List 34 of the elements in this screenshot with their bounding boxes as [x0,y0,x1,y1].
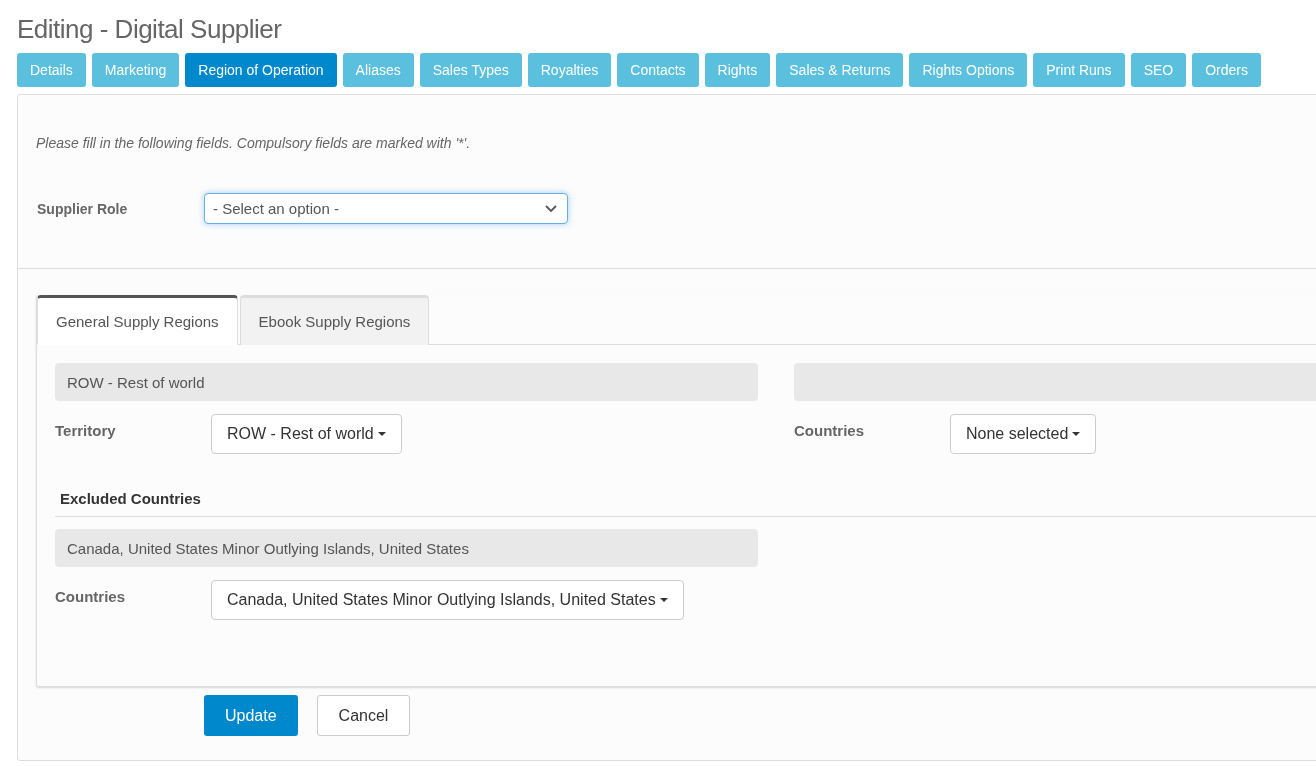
tab[interactable]: Rights Options [909,53,1028,87]
tab[interactable]: Marketing [91,53,180,87]
caret-icon [1072,432,1081,436]
tab[interactable]: SEO [1130,53,1187,87]
field-label: Supplier Role [37,200,129,217]
region-tab[interactable]: Ebook Supply Regions [239,295,430,345]
section-heading: Excluded Countries [60,490,202,507]
supplier-role-select[interactable]: - Select an option - [204,193,568,224]
tab[interactable]: Sales Types [419,53,522,87]
excluded-countries-dropdown[interactable]: Canada, United States Minor Outlying Islands, United States [211,580,684,620]
tab[interactable]: Rights [704,53,771,87]
tab[interactable]: Royalties [527,53,612,87]
region-tab[interactable]: General Supply Regions [37,295,238,345]
chevron-down-icon [545,204,557,213]
excluded-summary: Canada, United States Minor Outlying Islands, United States [55,529,758,567]
instructions: Please fill in the following fields. Compulsory fields are marked with '*'. [36,135,472,151]
caret-icon [377,432,386,436]
tab[interactable]: Sales & Returns [776,53,904,87]
tab[interactable]: Print Runs [1033,53,1125,87]
tab[interactable]: Contacts [617,53,699,87]
territory-dropdown[interactable]: ROW - Rest of world [211,414,402,454]
field-label: Countries [55,587,126,605]
field-label: Territory [55,421,117,439]
tab[interactable]: Region of Operation [185,53,337,87]
update-button[interactable]: Update [204,695,298,736]
tab[interactable]: Aliases [342,53,414,87]
page-title: Editing - Digital Supplier [17,14,283,45]
countries-dropdown[interactable]: None selected [950,414,1097,454]
caret-icon [659,598,668,602]
tab[interactable]: Orders [1192,53,1261,87]
cancel-button[interactable]: Cancel [316,695,411,736]
tab[interactable]: Details [17,53,86,87]
field-label: Countries [794,421,865,439]
territory-summary: ROW - Rest of world [55,363,758,401]
